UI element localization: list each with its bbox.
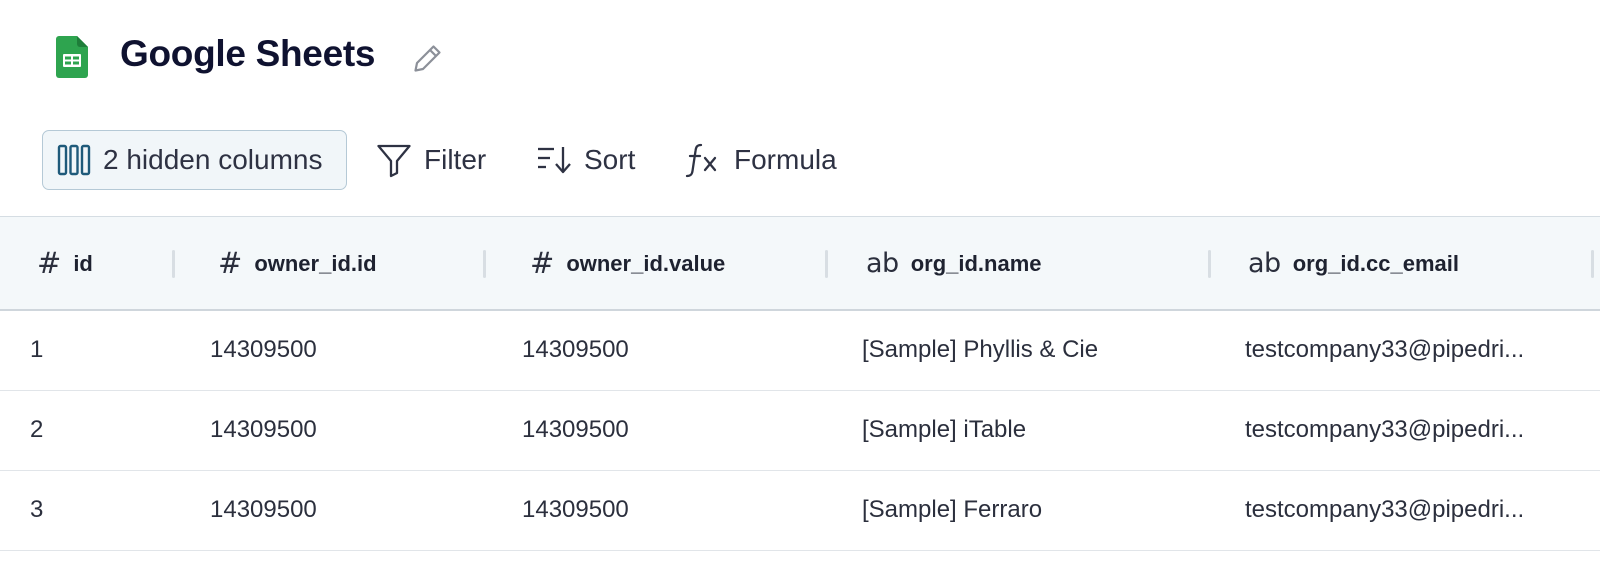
column-header-owner-id-value[interactable]: # owner_id.value [530,217,725,310]
column-name: owner_id.value [566,250,726,276]
column-name: id [73,250,93,276]
hidden-columns-button[interactable]: 2 hidden columns [42,130,347,190]
hidden-columns-label: 2 hidden columns [103,144,323,175]
text-type-icon: ab [866,248,899,279]
table-cell[interactable]: 14309500 [210,471,317,549]
table-cell[interactable]: 2 [30,391,43,469]
table-cell[interactable]: [Sample] Phyllis & Cie [862,311,1098,389]
table-cell[interactable]: 14309500 [522,471,629,549]
page-header: Google Sheets [0,0,1600,112]
google-sheets-icon [56,36,88,78]
filter-button[interactable]: Filter [376,130,486,190]
columns-icon [57,144,91,176]
sort-icon [538,147,571,174]
column-resize-handle[interactable] [172,250,175,278]
table-cell[interactable]: 14309500 [210,311,317,389]
table-cell[interactable]: 14309500 [522,311,629,389]
formula-icon [685,143,717,178]
column-name: owner_id.id [254,250,377,276]
text-type-icon: ab [1248,248,1281,279]
table-cell[interactable]: 3 [30,471,43,549]
formula-button[interactable]: Formula [684,130,837,190]
table-cell[interactable]: [Sample] iTable [862,391,1026,469]
table-row[interactable]: 1 14309500 14309500 [Sample] Phyllis & C… [0,311,1600,391]
column-header-org-id-name[interactable]: ab org_id.name [866,217,1042,310]
column-header-owner-id-id[interactable]: # owner_id.id [218,217,377,310]
table-cell[interactable]: testcompany33@pipedri... [1245,311,1575,389]
sort-label: Sort [584,144,636,175]
number-type-icon: # [218,246,243,280]
table-cell[interactable]: testcompany33@pipedri... [1245,471,1575,549]
number-type-icon: # [37,246,62,280]
table-cell[interactable]: 1 [30,311,43,389]
page-title: Google Sheets [120,33,376,74]
filter-icon [377,144,411,178]
table-row[interactable]: 3 14309500 14309500 [Sample] Ferraro tes… [0,471,1600,551]
column-resize-handle[interactable] [1591,250,1594,278]
sort-button[interactable]: Sort [536,130,635,190]
filter-label: Filter [424,144,487,175]
formula-label: Formula [734,144,837,175]
column-name: org_id.cc_email [1292,250,1459,276]
column-resize-handle[interactable] [1208,250,1211,278]
column-header-id[interactable]: # id [37,217,93,310]
table-cell[interactable]: [Sample] Ferraro [862,471,1042,549]
column-resize-handle[interactable] [483,250,486,278]
column-name: org_id.name [910,250,1042,276]
table-cell[interactable]: testcompany33@pipedri... [1245,391,1575,469]
table-cell[interactable]: 14309500 [522,391,629,469]
column-header-org-id-cc-email[interactable]: ab org_id.cc_email [1248,217,1459,310]
data-table: # id # owner_id.id # owner_id.value ab o… [0,216,1600,551]
pencil-icon[interactable] [412,42,444,74]
toolbar: 2 hidden columns Filter Sort Formula [0,130,1600,192]
number-type-icon: # [530,246,555,280]
table-header: # id # owner_id.id # owner_id.value ab o… [0,216,1600,311]
column-resize-handle[interactable] [825,250,828,278]
table-row[interactable]: 2 14309500 14309500 [Sample] iTable test… [0,391,1600,471]
table-cell[interactable]: 14309500 [210,391,317,469]
